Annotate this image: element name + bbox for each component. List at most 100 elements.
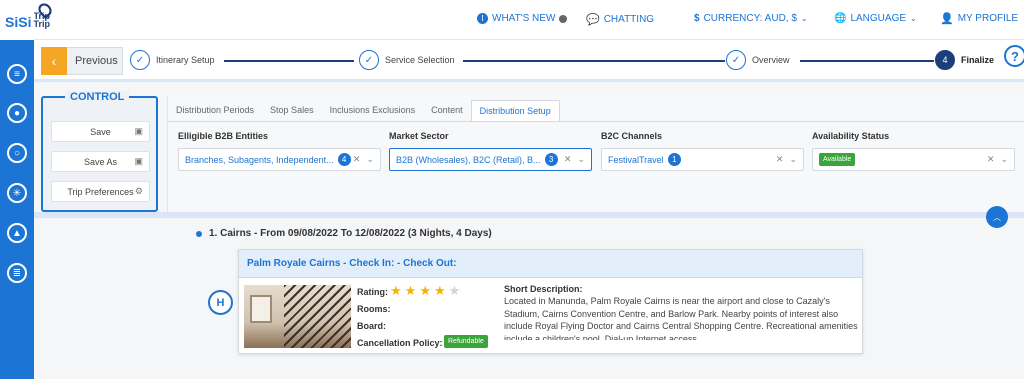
- chevron-down-icon[interactable]: ⌄: [1000, 154, 1008, 165]
- floppy-icon: ▣: [134, 126, 143, 136]
- save-as-button[interactable]: Save As ▣: [51, 151, 150, 172]
- brand-name: SiSi: [5, 14, 32, 30]
- star-icon: ★: [433, 283, 449, 298]
- b2c-channels-value: FestivalTravel: [608, 154, 664, 165]
- step-service-selection[interactable]: ✓ Service Selection: [359, 50, 455, 70]
- step-number: 4: [935, 50, 955, 70]
- hotel-photo: [244, 285, 351, 348]
- b2c-channels-label: B2C Channels: [601, 131, 663, 141]
- chevron-down-icon[interactable]: ⌄: [577, 154, 585, 165]
- clear-icon[interactable]: ✕: [353, 154, 361, 165]
- hotel-description: Located in Manunda, Palm Royale Cairns i…: [504, 296, 858, 340]
- tab-distribution-periods[interactable]: Distribution Periods: [168, 100, 262, 122]
- clear-icon[interactable]: ✕: [776, 154, 784, 165]
- clear-icon[interactable]: ✕: [987, 154, 995, 165]
- step-itinerary-setup[interactable]: ✓ Itinerary Setup: [130, 50, 215, 70]
- check-icon: ✓: [359, 50, 379, 70]
- gear-icon: ⚙: [134, 186, 143, 196]
- count-badge: 3: [544, 153, 558, 166]
- chevron-up-icon[interactable]: ︿: [986, 206, 1008, 228]
- dollar-icon: $: [694, 13, 700, 24]
- info-icon: i: [477, 13, 488, 24]
- rating-label: Rating:: [357, 287, 388, 297]
- person-icon[interactable]: ●: [7, 103, 27, 123]
- photo-window: [250, 295, 272, 323]
- hotel-card-header[interactable]: Palm Royale Cairns - Check In: - Check O…: [239, 250, 862, 278]
- help-icon[interactable]: ?: [1004, 45, 1024, 67]
- currency-label: CURRENCY: AUD, $: [703, 13, 797, 24]
- chatting-link[interactable]: 💬 CHATTING: [586, 13, 654, 26]
- star-icon: ★: [390, 283, 405, 298]
- chevron-left-icon: ‹: [41, 46, 67, 75]
- hotel-icon: H: [208, 290, 233, 315]
- description-title: Short Description:: [504, 284, 583, 294]
- step-connector: [463, 60, 725, 62]
- tab-inclusions-exclusions[interactable]: Inclusions Exclusions: [322, 100, 424, 122]
- tab-divider: [168, 121, 1024, 122]
- itinerary-heading: 1. Cairns - From 09/08/2022 To 12/08/202…: [196, 228, 492, 239]
- sliders-icon[interactable]: ≣: [7, 263, 27, 283]
- language-label: LANGUAGE: [850, 13, 907, 24]
- refundable-badge: Refundable: [444, 335, 488, 348]
- layers-icon[interactable]: ≡: [7, 64, 27, 84]
- tab-stop-sales[interactable]: Stop Sales: [262, 100, 322, 122]
- previous-button[interactable]: ‹ Previous: [41, 46, 123, 75]
- rating-stars: ★★★★★: [390, 283, 463, 299]
- available-tag: Available: [819, 153, 856, 166]
- availability-status-select[interactable]: Available ✕ ⌄: [812, 148, 1015, 171]
- currency-dropdown[interactable]: $ CURRENCY: AUD, $ ⌄: [694, 13, 808, 24]
- cancellation-label: Cancellation Policy:: [357, 338, 443, 348]
- bell-icon[interactable]: ▲: [7, 223, 27, 243]
- market-sector-value: B2B (Wholesales), B2C (Retail), B...: [396, 154, 541, 165]
- star-icon: ★: [448, 283, 464, 298]
- step-connector: [800, 60, 934, 62]
- chevron-down-icon: ⌄: [910, 14, 917, 23]
- save-label: Save: [90, 126, 111, 137]
- step-overview[interactable]: ✓ Overview: [726, 50, 790, 70]
- board-label: Board:: [357, 321, 386, 331]
- control-title: CONTROL: [65, 91, 130, 103]
- tab-distribution-setup[interactable]: Distribution Setup: [470, 100, 560, 122]
- whats-new-label: WHAT'S NEW: [492, 13, 556, 24]
- count-badge: 4: [337, 153, 351, 166]
- network-icon[interactable]: ✳: [7, 183, 27, 203]
- tab-bar: Distribution Periods Stop Sales Inclusio…: [168, 100, 560, 122]
- star-icon: ★: [419, 283, 434, 298]
- left-sidebar: ≡ ● ○ ✳ ▲ ≣: [0, 0, 34, 379]
- save-as-label: Save As: [83, 156, 118, 167]
- count-badge: 1: [667, 153, 681, 166]
- profile-label: MY PROFILE: [957, 13, 1019, 24]
- chevron-down-icon[interactable]: ⌄: [366, 154, 374, 165]
- b2b-entities-select[interactable]: Branches, Subagents, Independent... 4 ✕ ⌄: [178, 148, 381, 171]
- trip-preferences-button[interactable]: Trip Preferences ⚙: [51, 181, 150, 202]
- hotel-card[interactable]: Palm Royale Cairns - Check In: - Check O…: [238, 249, 863, 354]
- tab-content[interactable]: Content: [423, 100, 471, 122]
- step-label: Service Selection: [385, 55, 455, 65]
- b2c-channels-select[interactable]: FestivalTravel 1 ✕ ⌄: [601, 148, 804, 171]
- step-connector: [224, 60, 354, 62]
- floppy-icon: ▣: [134, 156, 143, 166]
- circle-icon[interactable]: ○: [7, 143, 27, 163]
- availability-status-label: Availability Status: [812, 131, 890, 141]
- trip-preferences-label: Trip Preferences: [67, 186, 134, 197]
- step-label: Itinerary Setup: [156, 55, 215, 65]
- profile-dropdown[interactable]: 👤 MY PROFILE: [940, 12, 1018, 25]
- chevron-down-icon: ⌄: [800, 14, 808, 23]
- market-sector-select[interactable]: B2B (Wholesales), B2C (Retail), B... 3 ✕…: [389, 148, 592, 171]
- previous-label: Previous: [75, 55, 118, 67]
- chat-icon: 💬: [586, 14, 600, 26]
- whats-new-link[interactable]: i WHAT'S NEW: [477, 13, 568, 24]
- itinerary-title: 1. Cairns - From 09/08/2022 To 12/08/202…: [209, 228, 492, 239]
- b2b-entities-label: Elligible B2B Entities: [178, 131, 269, 141]
- language-dropdown[interactable]: 🌐 LANGUAGE ⌄: [834, 13, 917, 24]
- brand-sub: Trip: [33, 19, 50, 29]
- clear-icon[interactable]: ✕: [564, 154, 572, 165]
- top-bar: SiSiTrip i WHAT'S NEW 💬 CHATTING $ CURRE…: [0, 0, 1024, 40]
- globe-icon: 🌐: [834, 13, 847, 24]
- save-button[interactable]: Save ▣: [51, 121, 150, 142]
- notification-dot: [559, 14, 568, 23]
- check-icon: ✓: [130, 50, 150, 70]
- step-finalize[interactable]: 4 Finalize: [935, 50, 994, 70]
- wizard-stepbar: ‹ Previous ✓ Itinerary Setup ✓ Service S…: [34, 40, 1024, 82]
- chevron-down-icon[interactable]: ⌄: [789, 154, 797, 165]
